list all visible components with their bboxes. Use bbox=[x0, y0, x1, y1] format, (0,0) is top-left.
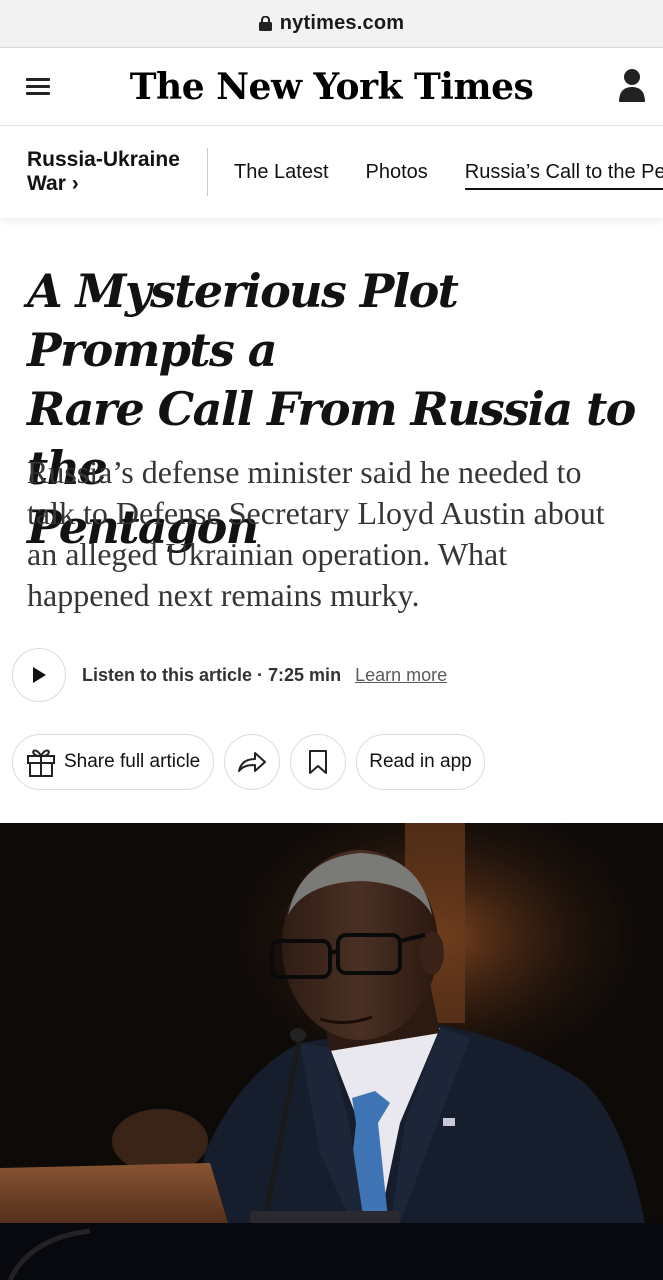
browser-url-bar[interactable]: nytimes.com bbox=[0, 0, 663, 48]
section-divider bbox=[207, 148, 208, 196]
nav-link-photos[interactable]: Photos bbox=[366, 161, 428, 184]
person-icon[interactable] bbox=[617, 68, 647, 104]
article-summary: Russia’s defense minister said he needed… bbox=[27, 454, 605, 613]
masthead: The New York Times bbox=[0, 48, 663, 126]
learn-more-link[interactable]: Learn more bbox=[355, 665, 447, 686]
share-button[interactable] bbox=[224, 734, 281, 790]
play-button[interactable] bbox=[12, 648, 66, 702]
article-actions: Share full article Read in app bbox=[12, 734, 485, 790]
nav-link-russias-call[interactable]: Russia’s Call to the Pe bbox=[464, 161, 663, 190]
listen-label: Listen to this article · 7:25 min bbox=[82, 664, 342, 685]
share-full-article-button[interactable]: Share full article bbox=[12, 734, 215, 790]
share-arrow-icon bbox=[238, 752, 267, 772]
nav-link-the-latest[interactable]: The Latest bbox=[234, 161, 329, 184]
lock-icon bbox=[258, 16, 272, 31]
read-in-app-button[interactable]: Read in app bbox=[356, 734, 485, 790]
lloyd-austin-photo bbox=[0, 823, 663, 1280]
section-links: The Latest Photos Russia’s Call to the P… bbox=[234, 126, 663, 218]
hamburger-icon[interactable] bbox=[26, 78, 50, 96]
save-button[interactable] bbox=[290, 734, 347, 790]
play-icon bbox=[33, 667, 46, 683]
browser-url: nytimes.com bbox=[279, 12, 405, 34]
gift-icon bbox=[27, 749, 55, 777]
bookmark-icon bbox=[309, 750, 328, 774]
share-label: Share full article bbox=[64, 751, 201, 772]
section-nav: Russia-Ukraine War › The Latest Photos R… bbox=[0, 126, 663, 218]
nyt-logo[interactable]: The New York Times bbox=[130, 66, 534, 108]
article-photo bbox=[0, 823, 663, 1280]
section-title[interactable]: Russia-Ukraine War › bbox=[0, 148, 207, 196]
audio-player: Listen to this article · 7:25 min Learn … bbox=[12, 648, 447, 702]
